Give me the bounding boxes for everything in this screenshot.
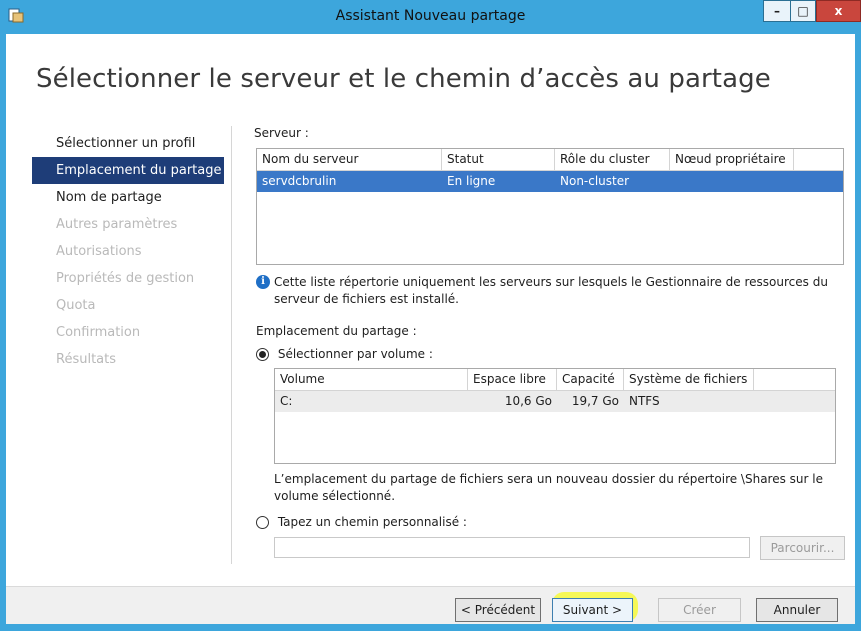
radio-volume[interactable] <box>256 348 269 361</box>
cell-cluster-role: Non-cluster <box>560 174 630 188</box>
volume-table[interactable]: Volume Espace libre Capacité Système de … <box>274 368 836 464</box>
wizard-window: Assistant Nouveau partage – □ x Sélectio… <box>0 0 861 631</box>
maximize-button[interactable]: □ <box>790 0 816 22</box>
title-bar[interactable]: Assistant Nouveau partage – □ x <box>0 0 861 34</box>
page-title: Sélectionner le serveur et le chemin d’a… <box>36 64 771 94</box>
radio-volume-option[interactable]: Sélectionner par volume : <box>256 347 433 361</box>
location-label: Emplacement du partage : <box>256 324 417 338</box>
column-header-owner-node[interactable]: Nœud propriétaire <box>670 149 794 170</box>
next-button[interactable]: Suivant > <box>552 598 633 622</box>
radio-custom-option[interactable]: Tapez un chemin personnalisé : <box>256 515 467 529</box>
wizard-step-nav: Sélectionner un profil Emplacement du pa… <box>32 130 224 373</box>
nav-item-share-name[interactable]: Nom de partage <box>32 184 224 211</box>
nav-item-management-properties: Propriétés de gestion <box>56 271 195 286</box>
cell-server-name: servdcbrulin <box>262 174 337 188</box>
cell-volume: C: <box>280 394 293 408</box>
column-header-capacity[interactable]: Capacité <box>557 369 624 390</box>
volume-table-header: Volume Espace libre Capacité Système de … <box>275 369 835 391</box>
column-header-file-system[interactable]: Système de fichiers <box>624 369 754 390</box>
browse-button[interactable]: Parcourir... <box>760 536 845 560</box>
nav-item-permissions: Autorisations <box>56 244 142 259</box>
column-header-free-space[interactable]: Espace libre <box>468 369 557 390</box>
minimize-button[interactable]: – <box>763 0 790 22</box>
cell-owner-node <box>670 171 794 192</box>
nav-item-share-location[interactable]: Emplacement du partage <box>32 157 224 184</box>
create-button[interactable]: Créer <box>658 598 741 622</box>
column-header-filler <box>754 369 835 390</box>
nav-item-select-profile[interactable]: Sélectionner un profil <box>32 130 224 157</box>
volume-note: L’emplacement du partage de fichiers ser… <box>274 472 823 503</box>
nav-divider <box>231 126 232 564</box>
column-header-filler <box>794 149 843 170</box>
cell-status: En ligne <box>447 174 496 188</box>
radio-volume-label[interactable]: Sélectionner par volume : <box>278 347 433 361</box>
column-header-volume[interactable]: Volume <box>275 369 468 390</box>
close-button[interactable]: x <box>816 0 861 22</box>
cell-free-space: 10,6 Go <box>504 394 552 408</box>
nav-item-quota: Quota <box>56 298 96 313</box>
cell-capacity: 19,7 Go <box>571 394 619 408</box>
nav-item-confirmation: Confirmation <box>56 325 141 340</box>
server-table-header: Nom du serveur Statut Rôle du cluster Nœ… <box>257 149 843 171</box>
cell-file-system: NTFS <box>629 394 660 408</box>
custom-path-input[interactable] <box>274 537 750 558</box>
nav-item-other-settings: Autres paramètres <box>56 217 178 232</box>
server-label: Serveur : <box>254 126 309 140</box>
column-header-server-name[interactable]: Nom du serveur <box>257 149 442 170</box>
radio-custom-label[interactable]: Tapez un chemin personnalisé : <box>278 515 467 529</box>
radio-custom-path[interactable] <box>256 516 269 529</box>
wizard-client-area: Sélectionner le serveur et le chemin d’a… <box>6 34 855 624</box>
table-row[interactable]: servdcbrulin En ligne Non-cluster <box>257 171 843 192</box>
info-text: Cette liste répertorie uniquement les se… <box>274 275 828 306</box>
cancel-button[interactable]: Annuler <box>756 598 838 622</box>
column-header-cluster-role[interactable]: Rôle du cluster <box>555 149 670 170</box>
previous-button[interactable]: < Précédent <box>455 598 541 622</box>
column-header-status[interactable]: Statut <box>442 149 555 170</box>
window-title: Assistant Nouveau partage <box>335 8 526 24</box>
nav-item-results: Résultats <box>56 352 117 367</box>
table-row[interactable]: C: 10,6 Go 19,7 Go NTFS <box>275 391 835 412</box>
info-note: i Cette liste répertorie uniquement les … <box>256 274 836 306</box>
server-table[interactable]: Nom du serveur Statut Rôle du cluster Nœ… <box>256 148 844 265</box>
info-icon: i <box>256 274 270 289</box>
